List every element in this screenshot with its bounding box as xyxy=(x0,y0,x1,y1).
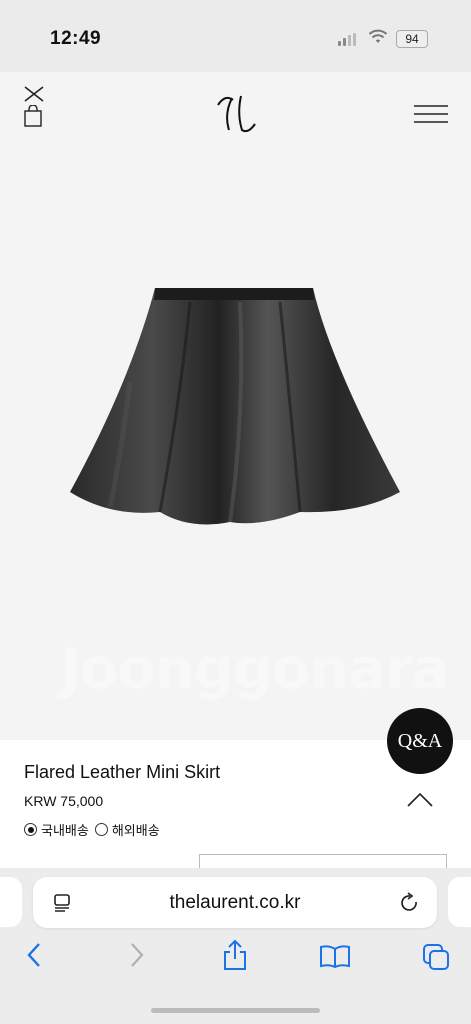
product-name: Flared Leather Mini Skirt xyxy=(24,762,221,782)
chevron-up-icon[interactable] xyxy=(407,792,433,808)
address-bar[interactable]: thelaurent.co.kr xyxy=(33,877,437,928)
shipping-options: 국내배송 해외배송 xyxy=(24,820,166,839)
back-icon[interactable] xyxy=(26,942,42,968)
product-price: KRW 75,000 xyxy=(24,793,104,809)
tabs-icon[interactable] xyxy=(422,943,450,971)
home-indicator xyxy=(151,1008,320,1013)
close-icon[interactable] xyxy=(23,86,45,102)
hamburger-menu-icon[interactable] xyxy=(414,105,448,123)
radio-label-overseas: 해외배송 xyxy=(111,823,160,838)
shopping-bag-icon[interactable] xyxy=(24,105,42,127)
brand-logo[interactable] xyxy=(215,92,257,136)
status-time: 12:49 xyxy=(50,28,102,49)
forward-icon[interactable] xyxy=(129,942,145,968)
bookmarks-icon[interactable] xyxy=(319,944,351,968)
share-icon[interactable] xyxy=(222,939,248,971)
reload-icon[interactable] xyxy=(400,892,420,914)
site-header xyxy=(0,72,471,162)
browser-toolbar xyxy=(0,939,471,982)
previous-tab-preview[interactable] xyxy=(0,877,22,927)
wifi-icon xyxy=(368,29,388,43)
radio-label-domestic: 국내배송 xyxy=(41,823,89,838)
option-select[interactable] xyxy=(199,854,447,869)
product-image[interactable]: Joonggonara xyxy=(0,162,471,740)
radio-domestic-shipping[interactable] xyxy=(24,823,37,836)
watermark: Joonggonara xyxy=(60,637,449,702)
radio-overseas-shipping[interactable] xyxy=(94,823,108,836)
cellular-signal-icon xyxy=(338,33,358,46)
status-bar: 12:49 94 xyxy=(0,0,471,72)
url-text: thelaurent.co.kr xyxy=(169,892,301,913)
browser-bottom-bar: thelaurent.co.kr xyxy=(0,868,471,1024)
qa-button[interactable]: Q&A xyxy=(387,708,453,774)
next-tab-preview[interactable] xyxy=(448,877,471,927)
battery-indicator: 94 xyxy=(396,30,428,48)
